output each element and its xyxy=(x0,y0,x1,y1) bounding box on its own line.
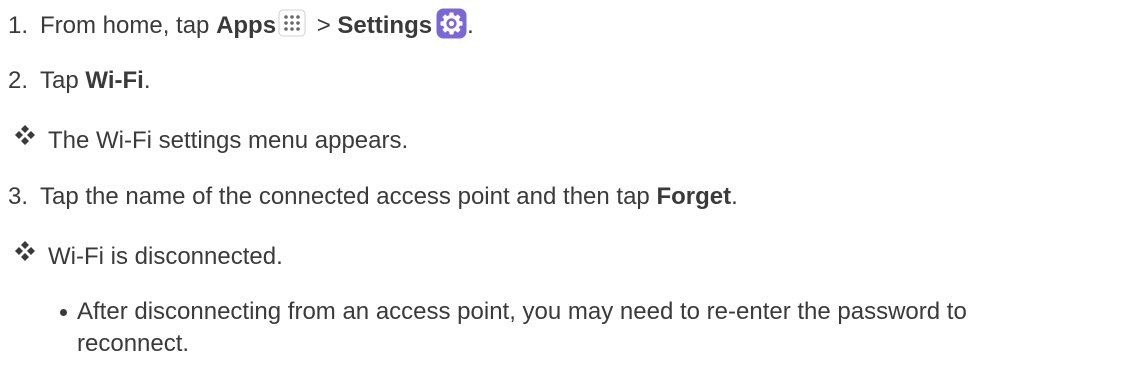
note-line-2: reconnect. xyxy=(77,329,189,359)
step-3: 3. Tap the name of the connected access p… xyxy=(8,182,738,212)
step-suffix: . xyxy=(143,67,151,94)
result-disconnected: Wi-Fi is disconnected. xyxy=(14,240,283,272)
step-suffix: . xyxy=(731,183,738,210)
diamond-bullet-icon xyxy=(14,240,36,262)
step-number: 3. xyxy=(8,183,29,210)
settings-label: Settings xyxy=(337,12,433,39)
result-menu-appears: The Wi-Fi settings menu appears. xyxy=(14,124,408,156)
apps-grid-icon xyxy=(278,9,306,37)
step-text: Tap xyxy=(40,67,86,94)
step-text: From home, tap xyxy=(40,12,217,39)
step-1: 1. From home, tap Apps > Settings . xyxy=(8,8,474,41)
step-number: 2. xyxy=(8,67,29,94)
step-text: Tap the name of the connected access poi… xyxy=(40,183,657,210)
step-2: 2. Tap Wi-Fi. xyxy=(8,66,150,96)
separator: > xyxy=(310,12,338,39)
wifi-label: Wi-Fi xyxy=(85,67,144,94)
step-number: 1. xyxy=(8,12,29,39)
apps-label: Apps xyxy=(216,12,277,39)
note-line-1: After disconnecting from an access point… xyxy=(60,297,967,327)
diamond-bullet-icon xyxy=(14,124,36,146)
note-text-line-2: reconnect. xyxy=(77,330,190,357)
dot-bullet-icon xyxy=(60,309,67,317)
result-text: Wi-Fi is disconnected. xyxy=(48,243,283,270)
forget-label: Forget xyxy=(656,183,732,210)
note-text-line-1: After disconnecting from an access point… xyxy=(77,298,967,325)
step-suffix: . xyxy=(467,12,474,39)
settings-gear-icon xyxy=(436,8,467,39)
result-text: The Wi-Fi settings menu appears. xyxy=(48,127,409,154)
